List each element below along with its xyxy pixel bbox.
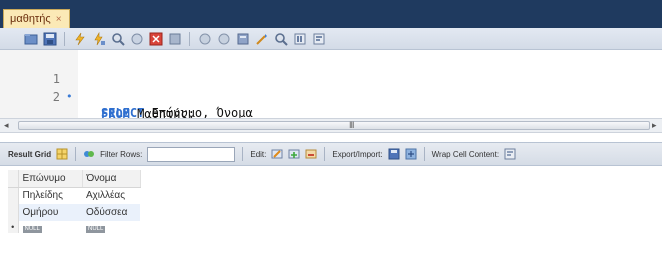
execute-current-icon[interactable] — [91, 31, 106, 46]
table-row[interactable]: Ομήρου Οδύσσεα — [8, 204, 140, 221]
splitter[interactable] — [0, 133, 662, 142]
scrollbar-grip: III — [349, 120, 354, 130]
toolbar-separator — [242, 147, 244, 161]
tab-query-mathitis[interactable]: μαθητής × — [3, 9, 70, 28]
toolbar-separator — [189, 31, 190, 46]
query-tab-bar: μαθητής × — [0, 0, 662, 28]
rollback-icon[interactable] — [197, 31, 212, 46]
wrap-cell-icon[interactable] — [504, 148, 516, 160]
row-marker-header — [8, 170, 19, 188]
stop-icon[interactable] — [129, 31, 144, 46]
header-row: Επώνυμο Όνομα — [8, 170, 141, 188]
table-cell[interactable]: Αχιλλέας — [82, 187, 140, 204]
export-import-label: Export/Import: — [332, 149, 383, 159]
toggle-error-icon[interactable] — [148, 31, 163, 46]
toolbar-separator — [75, 147, 77, 161]
commit-icon[interactable] — [167, 31, 182, 46]
column-header[interactable]: Επώνυμο — [18, 170, 83, 188]
edit-label: Edit: — [250, 149, 267, 159]
close-tab-icon[interactable]: × — [56, 14, 62, 25]
row-marker — [8, 204, 19, 221]
table-cell[interactable]: Πηλείδης — [18, 187, 82, 204]
table-cell[interactable]: Ομήρου — [18, 204, 82, 221]
grid-view-icon[interactable] — [56, 148, 68, 160]
table-row[interactable]: Πηλείδης Αχιλλέας — [8, 187, 140, 204]
sql-editor-toolbar — [0, 28, 662, 50]
column-header[interactable]: Όνομα — [82, 170, 141, 188]
invisible-chars-icon[interactable] — [292, 31, 307, 46]
result-toolbar: Result Grid Filter Rows: Edit: Export/Im… — [0, 142, 662, 166]
table-cell[interactable]: NULL — [18, 221, 82, 233]
add-row-icon[interactable] — [288, 148, 300, 160]
toolbar-separator — [423, 147, 425, 161]
new-row-marker: • — [8, 221, 19, 233]
open-file-icon[interactable] — [23, 31, 38, 46]
table-cell[interactable]: NULL — [82, 221, 140, 233]
filter-rows-label: Filter Rows: — [100, 149, 143, 159]
export-icon[interactable] — [388, 148, 400, 160]
scroll-right-icon[interactable]: ▸ — [652, 120, 657, 131]
row-marker — [8, 187, 19, 204]
table-cell[interactable]: Οδύσσεα — [82, 204, 140, 221]
scroll-left-icon[interactable]: ◂ — [4, 120, 9, 131]
code-line-2[interactable]: 2 FROM Μαθητής; — [0, 72, 662, 121]
scrollbar-thumb[interactable]: III — [18, 120, 650, 130]
delete-row-icon[interactable] — [305, 148, 317, 160]
code-line-1[interactable]: 1 • SELECT Επώνυμο, Όνομα — [0, 54, 662, 120]
import-icon[interactable] — [405, 148, 417, 160]
save-icon[interactable] — [42, 31, 57, 46]
limit-rows-icon[interactable] — [235, 31, 250, 46]
find-icon[interactable] — [273, 31, 288, 46]
filter-icon[interactable] — [83, 148, 95, 160]
null-badge: NULL — [22, 225, 42, 233]
editor-horizontal-scrollbar[interactable]: ◂ III ▸ — [0, 118, 662, 133]
autocommit-icon[interactable] — [216, 31, 231, 46]
wrap-lines-icon[interactable] — [311, 31, 326, 46]
beautify-icon[interactable] — [254, 31, 269, 46]
line-number: 2 — [52, 90, 60, 104]
statement-marker-icon: • — [66, 90, 73, 103]
wrap-cell-content-label: Wrap Cell Content: — [431, 149, 500, 159]
filter-rows-input[interactable] — [147, 146, 236, 162]
result-grid: Επώνυμο Όνομα Πηλείδης Αχιλλέας Ομήρου Ο… — [0, 166, 662, 278]
tab-title: μαθητής — [10, 13, 51, 25]
toolbar-separator — [324, 147, 326, 161]
explain-icon[interactable] — [110, 31, 125, 46]
null-badge: NULL — [86, 225, 106, 233]
result-grid-label: Result Grid — [8, 149, 52, 159]
new-row[interactable]: • NULL NULL — [8, 221, 140, 233]
result-table: Επώνυμο Όνομα Πηλείδης Αχιλλέας Ομήρου Ο… — [8, 170, 141, 233]
toolbar-separator — [64, 31, 65, 46]
sql-editor[interactable]: 1 • SELECT Επώνυμο, Όνομα 2 FROM Μαθητής… — [0, 50, 662, 121]
execute-icon[interactable] — [72, 31, 87, 46]
edit-row-icon[interactable] — [271, 148, 283, 160]
